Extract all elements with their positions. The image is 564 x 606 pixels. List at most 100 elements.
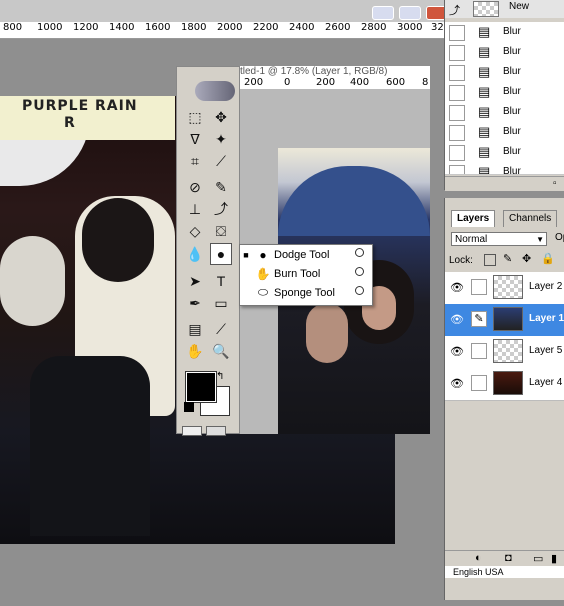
shortcut-circle-icon	[355, 248, 364, 257]
lock-all-icon[interactable]: 🔒	[541, 252, 555, 265]
burn-tool-item[interactable]: ✋ Burn Tool	[240, 264, 372, 283]
clone-stamp-icon[interactable]: ⊥	[184, 198, 206, 220]
path-selection-icon[interactable]: ➤	[184, 270, 206, 292]
zoom-tool-icon[interactable]: 🔍	[210, 340, 232, 362]
layers-panel: Layers Channels Normal ▼ Op Lock: ✎ ✥ 🔒 …	[444, 198, 564, 600]
history-item-label: Blur	[503, 106, 521, 117]
lock-position-icon[interactable]: ✥	[522, 252, 531, 265]
shape-tool-icon[interactable]: ▭	[210, 292, 232, 314]
layer-link-box[interactable]	[471, 343, 487, 359]
history-checkbox[interactable]	[449, 145, 465, 161]
history-item[interactable]: ▤ Blur	[445, 42, 564, 63]
sponge-icon: ⬭	[257, 285, 269, 299]
default-colors-icon[interactable]	[184, 402, 194, 412]
visibility-eye-icon[interactable]: 👁	[450, 281, 464, 294]
layer-thumbnail	[493, 275, 523, 299]
history-item-label: Blur	[503, 86, 521, 97]
visibility-eye-icon[interactable]: 👁	[450, 345, 464, 358]
layer-link-box[interactable]	[471, 375, 487, 391]
history-checkbox[interactable]	[449, 85, 465, 101]
layer-row[interactable]: 👁 Layer 4	[445, 368, 564, 401]
layer-row-selected[interactable]: 👁 ✎ Layer 1	[445, 304, 564, 337]
visibility-eye-icon[interactable]: 👁	[450, 313, 464, 326]
layer-mask-icon[interactable]: ◘	[505, 552, 512, 564]
marquee-sign: PURPLE RAIN R	[0, 96, 175, 140]
lasso-tool-icon[interactable]: ᐁ	[184, 128, 206, 150]
history-item[interactable]: ▤ Blur	[445, 22, 564, 43]
brush-link-icon[interactable]: ✎	[471, 311, 487, 327]
history-item[interactable]: ▤ Blur	[445, 82, 564, 103]
history-checkbox[interactable]	[449, 105, 465, 121]
magic-wand-icon[interactable]: ✦	[210, 128, 232, 150]
lock-transparency-icon[interactable]	[484, 254, 496, 266]
document-icon: ▤	[478, 104, 491, 119]
crop-tool-icon[interactable]: ⌗	[184, 150, 206, 172]
history-checkbox[interactable]	[449, 165, 465, 174]
type-tool-icon[interactable]: T	[210, 270, 232, 292]
language-bar: English USA	[445, 566, 564, 578]
history-brush-icon[interactable]: ⤴	[210, 198, 232, 220]
layer-style-icon[interactable]: ◐	[475, 552, 482, 564]
quick-mask-button[interactable]	[206, 426, 226, 436]
ruler-tick: 400	[350, 77, 370, 88]
history-checkbox[interactable]	[449, 25, 465, 41]
hand-tool-icon[interactable]: ✋	[184, 340, 206, 362]
history-checkbox[interactable]	[449, 65, 465, 81]
maximize-button[interactable]	[399, 6, 421, 20]
tab-channels[interactable]: Channels	[503, 210, 558, 227]
document-icon: ▤	[478, 64, 491, 79]
history-checkbox[interactable]	[449, 45, 465, 61]
minimize-button[interactable]	[372, 6, 394, 20]
brush-tool-icon[interactable]: ✎	[210, 176, 232, 198]
shortcut-circle-icon	[355, 267, 364, 276]
standard-mode-button[interactable]	[182, 426, 202, 436]
blend-mode-select[interactable]: Normal ▼	[451, 232, 547, 246]
sponge-tool-item[interactable]: ⬭ Sponge Tool	[240, 283, 372, 302]
layer-name: Layer 5	[529, 345, 563, 356]
hair-shape	[82, 198, 154, 282]
ruler-tick: 1800	[181, 22, 207, 33]
pen-tool-icon[interactable]: ✒	[184, 292, 206, 314]
history-item[interactable]: ▤ Blur	[445, 142, 564, 163]
layer-link-box[interactable]	[471, 279, 487, 295]
history-item[interactable]: ▤ Blur	[445, 62, 564, 83]
layer-row[interactable]: 👁 Layer 5	[445, 336, 564, 369]
folder-icon[interactable]: ▭	[533, 552, 543, 565]
eraser-tool-icon[interactable]: ◇	[184, 220, 206, 242]
dodge-icon: ●	[259, 247, 267, 262]
paint-bucket-icon[interactable]: ⛋	[210, 220, 232, 242]
umbrella-shape	[278, 166, 430, 236]
lock-pixels-icon[interactable]: ✎	[503, 252, 512, 265]
dodge-tool-icon[interactable]: ●	[210, 243, 232, 265]
document-icon: ▤	[478, 44, 491, 59]
trash-icon[interactable]: ▮	[551, 552, 557, 565]
new-document-icon[interactable]: ▫	[553, 178, 557, 189]
history-snapshot-row[interactable]: ⤴ New	[445, 0, 564, 18]
history-checkbox[interactable]	[449, 125, 465, 141]
ruler-tick: 2600	[325, 22, 351, 33]
slice-tool-icon[interactable]: ⟋	[210, 150, 232, 172]
opacity-label: Op	[555, 232, 564, 243]
swap-colors-icon[interactable]: ↰	[216, 371, 224, 382]
tab-layers[interactable]: Layers	[451, 210, 496, 227]
history-item[interactable]: ▤ Blur	[445, 162, 564, 175]
layer-row[interactable]: 👁 Layer 2	[445, 272, 564, 305]
visibility-eye-icon[interactable]: 👁	[450, 377, 464, 390]
layer-thumbnail	[493, 371, 523, 395]
history-snapshot-label: New	[509, 1, 530, 12]
ruler-tick: 8	[422, 77, 429, 88]
shortcut-circle-icon	[355, 286, 364, 295]
notes-tool-icon[interactable]: ▤	[184, 318, 206, 340]
eyedropper-icon[interactable]: ⟋	[210, 318, 232, 340]
foreground-color-swatch[interactable]	[186, 372, 216, 402]
move-tool-icon[interactable]: ✥	[210, 106, 232, 128]
dodge-tool-item[interactable]: ■ ● Dodge Tool	[240, 245, 372, 264]
marquee-tool-icon[interactable]: ⬚	[184, 106, 206, 128]
history-item[interactable]: ▤ Blur	[445, 102, 564, 123]
history-item[interactable]: ▤ Blur	[445, 122, 564, 143]
healing-brush-icon[interactable]: ⊘	[184, 176, 206, 198]
history-footer: ▫	[445, 176, 564, 191]
horizontal-ruler: 800 1000 1200 1400 1600 1800 2000 2200 2…	[0, 22, 444, 39]
history-item-label: Blur	[503, 26, 521, 37]
blur-tool-icon[interactable]: 💧	[184, 243, 206, 265]
